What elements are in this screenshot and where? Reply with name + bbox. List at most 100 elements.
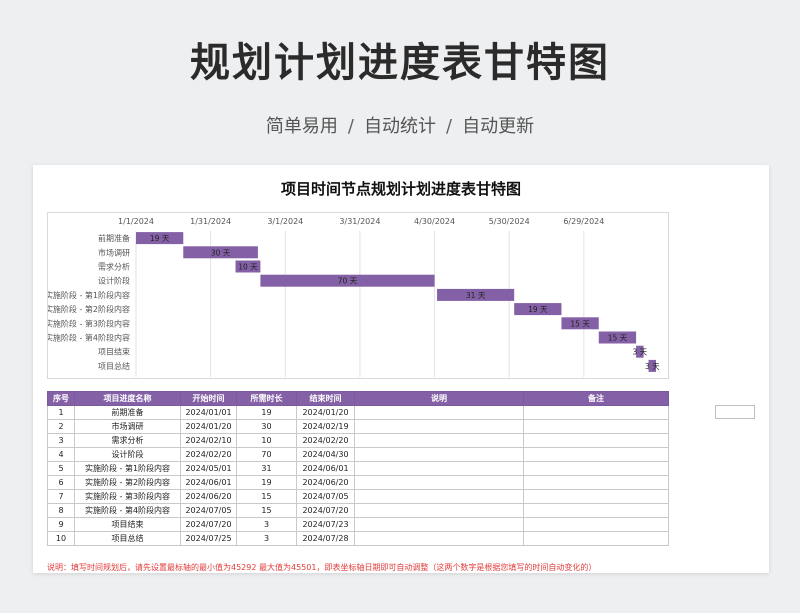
- x-tick-label: 1/31/2024: [190, 217, 231, 226]
- table-cell[interactable]: [523, 531, 669, 546]
- table-cell[interactable]: 2024/05/01: [180, 461, 237, 476]
- table-row: 6 实施阶段 - 第2阶段内容 2024/06/01 19 2024/06/20: [47, 475, 669, 490]
- table-cell[interactable]: 设计阶段: [74, 447, 181, 462]
- table-cell[interactable]: 实施阶段 - 第3阶段内容: [74, 489, 181, 504]
- table-cell[interactable]: 需求分析: [74, 433, 181, 448]
- table-cell[interactable]: 2024/04/30: [296, 447, 355, 462]
- table-header-cell: 说明: [354, 391, 524, 406]
- table-cell[interactable]: 2024/01/01: [180, 405, 237, 420]
- table-cell[interactable]: 19: [236, 475, 297, 490]
- table-header-cell: 所需时长: [236, 391, 297, 406]
- table-cell[interactable]: [523, 447, 669, 462]
- x-tick-label: 4/30/2024: [414, 217, 455, 226]
- table-cell[interactable]: 1: [47, 405, 75, 420]
- table-cell[interactable]: 9: [47, 517, 75, 532]
- table-cell[interactable]: 前期准备: [74, 405, 181, 420]
- bar-label: 19 天: [528, 305, 548, 314]
- table-cell[interactable]: 70: [236, 447, 297, 462]
- table-cell[interactable]: 15: [236, 503, 297, 518]
- table-cell[interactable]: 30: [236, 419, 297, 434]
- instruction-note: 说明：填写时间规划后，请先设置最标轴的最小值为45292 最大值为45501，即…: [47, 563, 597, 571]
- table-cell[interactable]: 2024/02/19: [296, 419, 355, 434]
- table-cell[interactable]: 3: [47, 433, 75, 448]
- table-cell[interactable]: 项目总结: [74, 531, 181, 546]
- table-cell[interactable]: 3: [236, 531, 297, 546]
- table-cell[interactable]: [354, 489, 524, 504]
- table-cell[interactable]: 2024/07/20: [296, 503, 355, 518]
- table-cell[interactable]: 2024/07/25: [180, 531, 237, 546]
- table-row: 10 项目总结 2024/07/25 3 2024/07/28: [47, 531, 669, 546]
- table-cell[interactable]: 2024/06/20: [180, 489, 237, 504]
- table-cell[interactable]: [354, 475, 524, 490]
- gantt-chart-svg: 1/1/2024 1/31/2024 3/1/2024 3/31/2024 4/30/2…: [48, 217, 660, 377]
- table-cell[interactable]: 实施阶段 - 第1阶段内容: [74, 461, 181, 476]
- table-cell[interactable]: [523, 405, 669, 420]
- table-cell[interactable]: 2024/07/23: [296, 517, 355, 532]
- page-title: 规划计划进度表甘特图: [190, 40, 610, 86]
- table-cell[interactable]: 5: [47, 461, 75, 476]
- table-cell[interactable]: 10: [236, 433, 297, 448]
- table-cell[interactable]: [523, 461, 669, 476]
- table-cell[interactable]: [523, 517, 669, 532]
- table-cell[interactable]: [523, 503, 669, 518]
- table-cell[interactable]: 2: [47, 419, 75, 434]
- table-cell[interactable]: 8: [47, 503, 75, 518]
- table-cell[interactable]: 31: [236, 461, 297, 476]
- gantt-chart[interactable]: 1/1/2024 1/31/2024 3/1/2024 3/31/2024 4/30/2…: [47, 212, 669, 379]
- table-cell[interactable]: [354, 433, 524, 448]
- table-row: 4 设计阶段 2024/02/20 70 2024/04/30: [47, 447, 669, 462]
- table-cell[interactable]: 2024/07/20: [180, 517, 237, 532]
- table-cell[interactable]: 2024/01/20: [296, 405, 355, 420]
- table-cell[interactable]: 项目结束: [74, 517, 181, 532]
- table-cell[interactable]: [523, 489, 669, 504]
- table-body: 1 前期准备 2024/01/01 19 2024/01/20 2 市场调研 2024/01/…: [47, 405, 669, 546]
- table-cell[interactable]: [354, 419, 524, 434]
- table-cell[interactable]: 2024/07/05: [296, 489, 355, 504]
- table-cell[interactable]: 2024/02/20: [180, 447, 237, 462]
- table-cell[interactable]: 2024/01/20: [180, 419, 237, 434]
- table-row: 2 市场调研 2024/01/20 30 2024/02/19: [47, 419, 669, 434]
- bar-label: 30 天: [211, 248, 231, 257]
- table-cell[interactable]: 2024/07/05: [180, 503, 237, 518]
- table-cell[interactable]: 2024/02/10: [180, 433, 237, 448]
- table-cell[interactable]: 2024/06/20: [296, 475, 355, 490]
- table-header-row: 序号 项目进度名称 开始时间 所需时长 结束时间 说明 备注: [47, 391, 669, 406]
- sheet-title: 项目时间节点规划计划进度表甘特图: [280, 180, 521, 198]
- table-row: 8 实施阶段 - 第4阶段内容 2024/07/05 15 2024/07/20: [47, 503, 669, 518]
- table-cell[interactable]: 4: [47, 447, 75, 462]
- table-cell[interactable]: [354, 447, 524, 462]
- table-cell[interactable]: 15: [236, 489, 297, 504]
- task-label: 前期准备: [98, 233, 130, 243]
- table-row: 7 实施阶段 - 第3阶段内容 2024/06/20 15 2024/07/05: [47, 489, 669, 504]
- table-cell[interactable]: [354, 461, 524, 476]
- table-cell[interactable]: 2024/02/20: [296, 433, 355, 448]
- feature-tagline: 简单易用 / 自动统计 / 自动更新: [0, 112, 800, 138]
- tag-separator: /: [446, 116, 453, 137]
- task-table: 序号 项目进度名称 开始时间 所需时长 结束时间 说明 备注 1 前期准备 2024/01/01…: [47, 391, 669, 546]
- table-cell[interactable]: 3: [236, 517, 297, 532]
- table-row: 3 需求分析 2024/02/10 10 2024/02/20: [47, 433, 669, 448]
- table-cell[interactable]: [354, 503, 524, 518]
- x-tick-label: 3/31/2024: [339, 217, 380, 226]
- tag-auto-stats: 自动统计: [364, 116, 436, 137]
- table-row: 1 前期准备 2024/01/01 19 2024/01/20: [47, 405, 669, 420]
- table-cell[interactable]: [354, 517, 524, 532]
- task-label: 项目结束: [98, 347, 130, 357]
- table-cell[interactable]: 实施阶段 - 第2阶段内容: [74, 475, 181, 490]
- table-cell[interactable]: 市场调研: [74, 419, 181, 434]
- table-cell[interactable]: 2024/06/01: [180, 475, 237, 490]
- tag-auto-update: 自动更新: [462, 116, 535, 137]
- table-cell[interactable]: [523, 419, 669, 434]
- table-cell[interactable]: 实施阶段 - 第4阶段内容: [74, 503, 181, 518]
- table-cell[interactable]: [354, 405, 524, 420]
- table-cell[interactable]: 2024/06/01: [296, 461, 355, 476]
- cell-input-box[interactable]: [715, 405, 755, 419]
- table-cell[interactable]: 19: [236, 405, 297, 420]
- table-cell[interactable]: 10: [47, 531, 75, 546]
- table-cell[interactable]: [523, 475, 669, 490]
- table-cell[interactable]: 6: [47, 475, 75, 490]
- table-cell[interactable]: 2024/07/28: [296, 531, 355, 546]
- table-cell[interactable]: [354, 531, 524, 546]
- table-cell[interactable]: 7: [47, 489, 75, 504]
- table-cell[interactable]: [523, 433, 669, 448]
